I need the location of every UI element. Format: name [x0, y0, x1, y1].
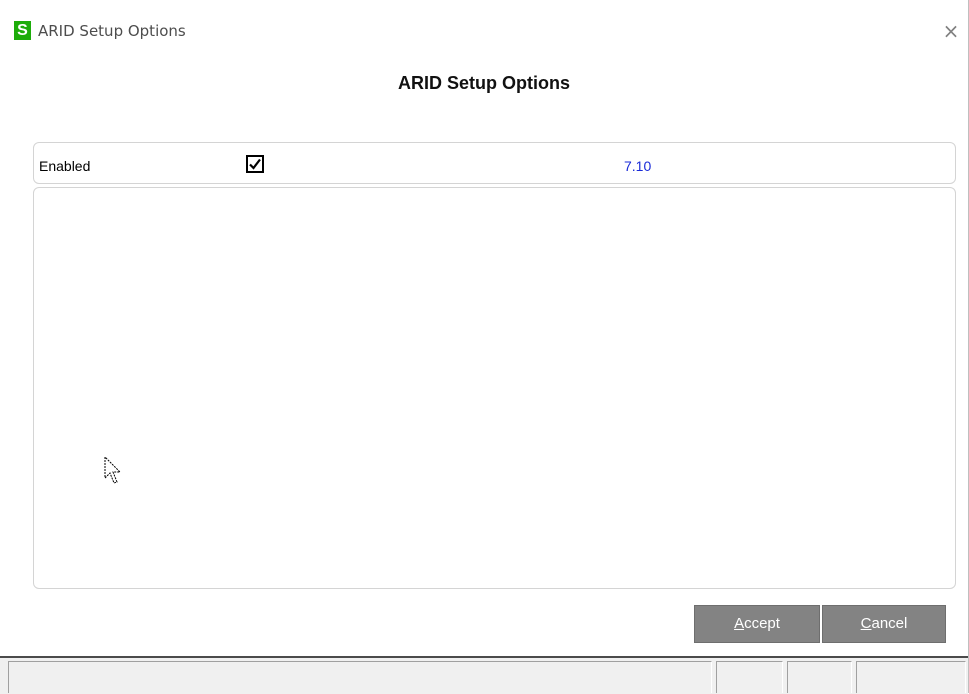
window-title: ARID Setup Options	[38, 22, 186, 40]
status-bar	[0, 656, 968, 694]
status-pane-main	[8, 661, 712, 693]
cancel-hotkey: C	[860, 615, 872, 632]
cancel-label: ancel	[871, 615, 908, 632]
version-number: 7.10	[624, 158, 652, 174]
mouse-pointer-icon	[104, 456, 122, 484]
check-icon	[249, 158, 261, 170]
close-button[interactable]: ×	[936, 16, 966, 46]
dialog-window: S ARID Setup Options × ARID Setup Option…	[0, 0, 969, 694]
accept-hotkey: A	[734, 615, 745, 632]
options-panel	[33, 187, 956, 589]
accept-button[interactable]: Accept	[694, 605, 820, 643]
close-icon: ×	[942, 19, 960, 43]
accept-label: ccept	[744, 615, 780, 632]
options-row: Enabled 7.10	[33, 142, 956, 184]
title-bar[interactable]: S ARID Setup Options ×	[0, 0, 968, 43]
cancel-button[interactable]: Cancel	[822, 605, 946, 643]
enabled-checkbox[interactable]	[246, 155, 264, 173]
enabled-label: Enabled	[39, 158, 91, 174]
status-pane-2	[716, 661, 783, 693]
status-pane-3	[787, 661, 852, 693]
page-heading: ARID Setup Options	[398, 73, 570, 93]
sage-logo-icon: S	[14, 21, 31, 40]
status-pane-4	[856, 661, 966, 693]
